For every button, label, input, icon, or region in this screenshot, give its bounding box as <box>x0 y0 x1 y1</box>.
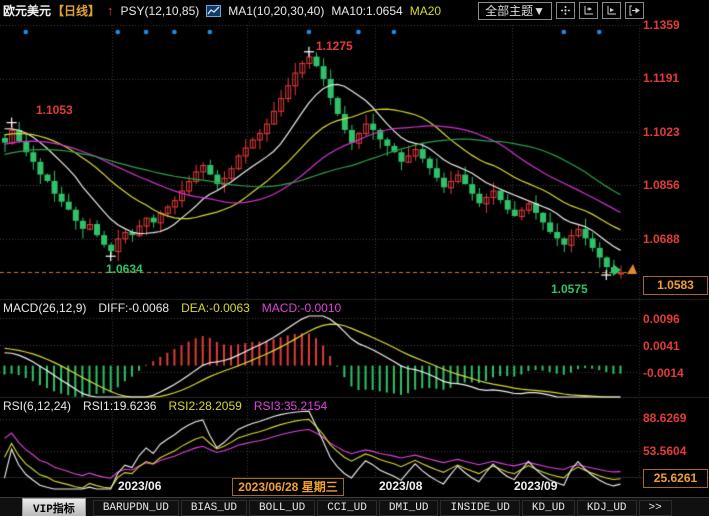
macd-tick-label: -0.0014 <box>643 366 684 380</box>
shift-right-icon[interactable] <box>625 2 644 19</box>
zoom-out-icon[interactable] <box>579 2 598 19</box>
price-tick-label: 1.1023 <box>643 125 680 139</box>
tab-cci-ud[interactable]: CCI_UD <box>317 500 377 516</box>
rsi-last-value-box: 25.6261 <box>643 469 708 488</box>
chart-canvas[interactable] <box>0 0 709 516</box>
macd-tick-label: 0.0041 <box>643 339 680 353</box>
macd-title: MACD(26,12,9) <box>3 301 86 315</box>
ma1-label[interactable]: MA1(10,20,30,40) <box>228 4 324 18</box>
rsi-header: RSI(6,12,24) RSI1:19.6236 RSI2:28.2059 R… <box>3 399 327 413</box>
tab-vip-indicator[interactable]: VIP指标 <box>22 498 86 516</box>
price-tick-label: 1.1191 <box>643 71 679 85</box>
price-tick-label: 1.0856 <box>643 178 680 192</box>
selected-date-box: 2023/06/28 星期三 <box>232 478 344 496</box>
low-annotation: 1.0634 <box>106 262 143 276</box>
tab-kdj-ud[interactable]: KDJ_UD <box>577 500 637 516</box>
rsi1-value: RSI1:19.6236 <box>83 399 156 413</box>
price-tick-label: 1.1359 <box>643 18 680 32</box>
rsi-tick-label: 53.5604 <box>643 444 686 458</box>
macd-dea-value: DEA:-0.0063 <box>181 301 250 315</box>
toolbar-right-group: 全部主题▼ <box>478 2 644 20</box>
psy-indicator-label[interactable]: PSY(12,10,85) <box>121 4 200 18</box>
trading-app-window: 欧元美元【日线】 ↑ PSY(12,10,85) MA1(10,20,30,40… <box>0 0 709 516</box>
ma10-value-label: MA10:1.0654 <box>331 4 402 18</box>
rsi-tick-label: 88.6269 <box>643 411 686 425</box>
x-axis-label: 2023/09 <box>514 479 557 493</box>
macd-value: MACD:-0.0010 <box>262 301 341 315</box>
tab-bias-ud[interactable]: BIAS_UD <box>181 500 247 516</box>
tab-kd-ud[interactable]: KD_UD <box>522 500 575 516</box>
tab-barupdn-ud[interactable]: BARUPDN_UD <box>93 500 179 516</box>
x-axis-label: 2023/08 <box>379 479 422 493</box>
high-annotation: 1.1053 <box>36 103 73 117</box>
rsi3-value: RSI3:35.2154 <box>254 399 327 413</box>
zoom-in-icon[interactable] <box>602 2 621 19</box>
ma20-label: MA20 <box>410 4 441 18</box>
low-annotation: 1.0575 <box>551 282 588 296</box>
pan-crosshair-icon[interactable] <box>556 2 575 19</box>
price-tick-label: 1.0688 <box>643 232 680 246</box>
macd-header: MACD(26,12,9) DIFF:-0.0068 DEA:-0.0063 M… <box>3 301 341 315</box>
peak-annotation: 1.1275 <box>316 39 353 53</box>
toolbar: 欧元美元【日线】 ↑ PSY(12,10,85) MA1(10,20,30,40… <box>0 0 709 21</box>
tab-dmi-ud[interactable]: DMI_UD <box>379 500 439 516</box>
tab-inside-ud[interactable]: INSIDE_UD <box>440 500 519 516</box>
rsi2-value: RSI2:28.2059 <box>168 399 241 413</box>
macd-tick-label: 0.0096 <box>643 312 680 326</box>
indicator-tab-bar: VIP指标 BARUPDN_UD BIAS_UD BOLL_UD CCI_UD … <box>0 497 709 516</box>
tab-boll-ud[interactable]: BOLL_UD <box>249 500 315 516</box>
period-label[interactable]: 【日线】 <box>52 2 100 19</box>
line-chart-icon[interactable] <box>206 5 221 17</box>
last-price-box: 1.0583 <box>643 276 708 295</box>
tab-more[interactable]: >> <box>639 500 672 516</box>
symbol-title: 欧元美元 <box>3 2 51 19</box>
x-axis-label: 2023/06 <box>118 479 161 493</box>
up-arrow-icon: ↑ <box>107 3 114 18</box>
macd-diff-value: DIFF:-0.0068 <box>98 301 169 315</box>
theme-dropdown[interactable]: 全部主题▼ <box>478 2 552 20</box>
rsi-title: RSI(6,12,24) <box>3 399 71 413</box>
